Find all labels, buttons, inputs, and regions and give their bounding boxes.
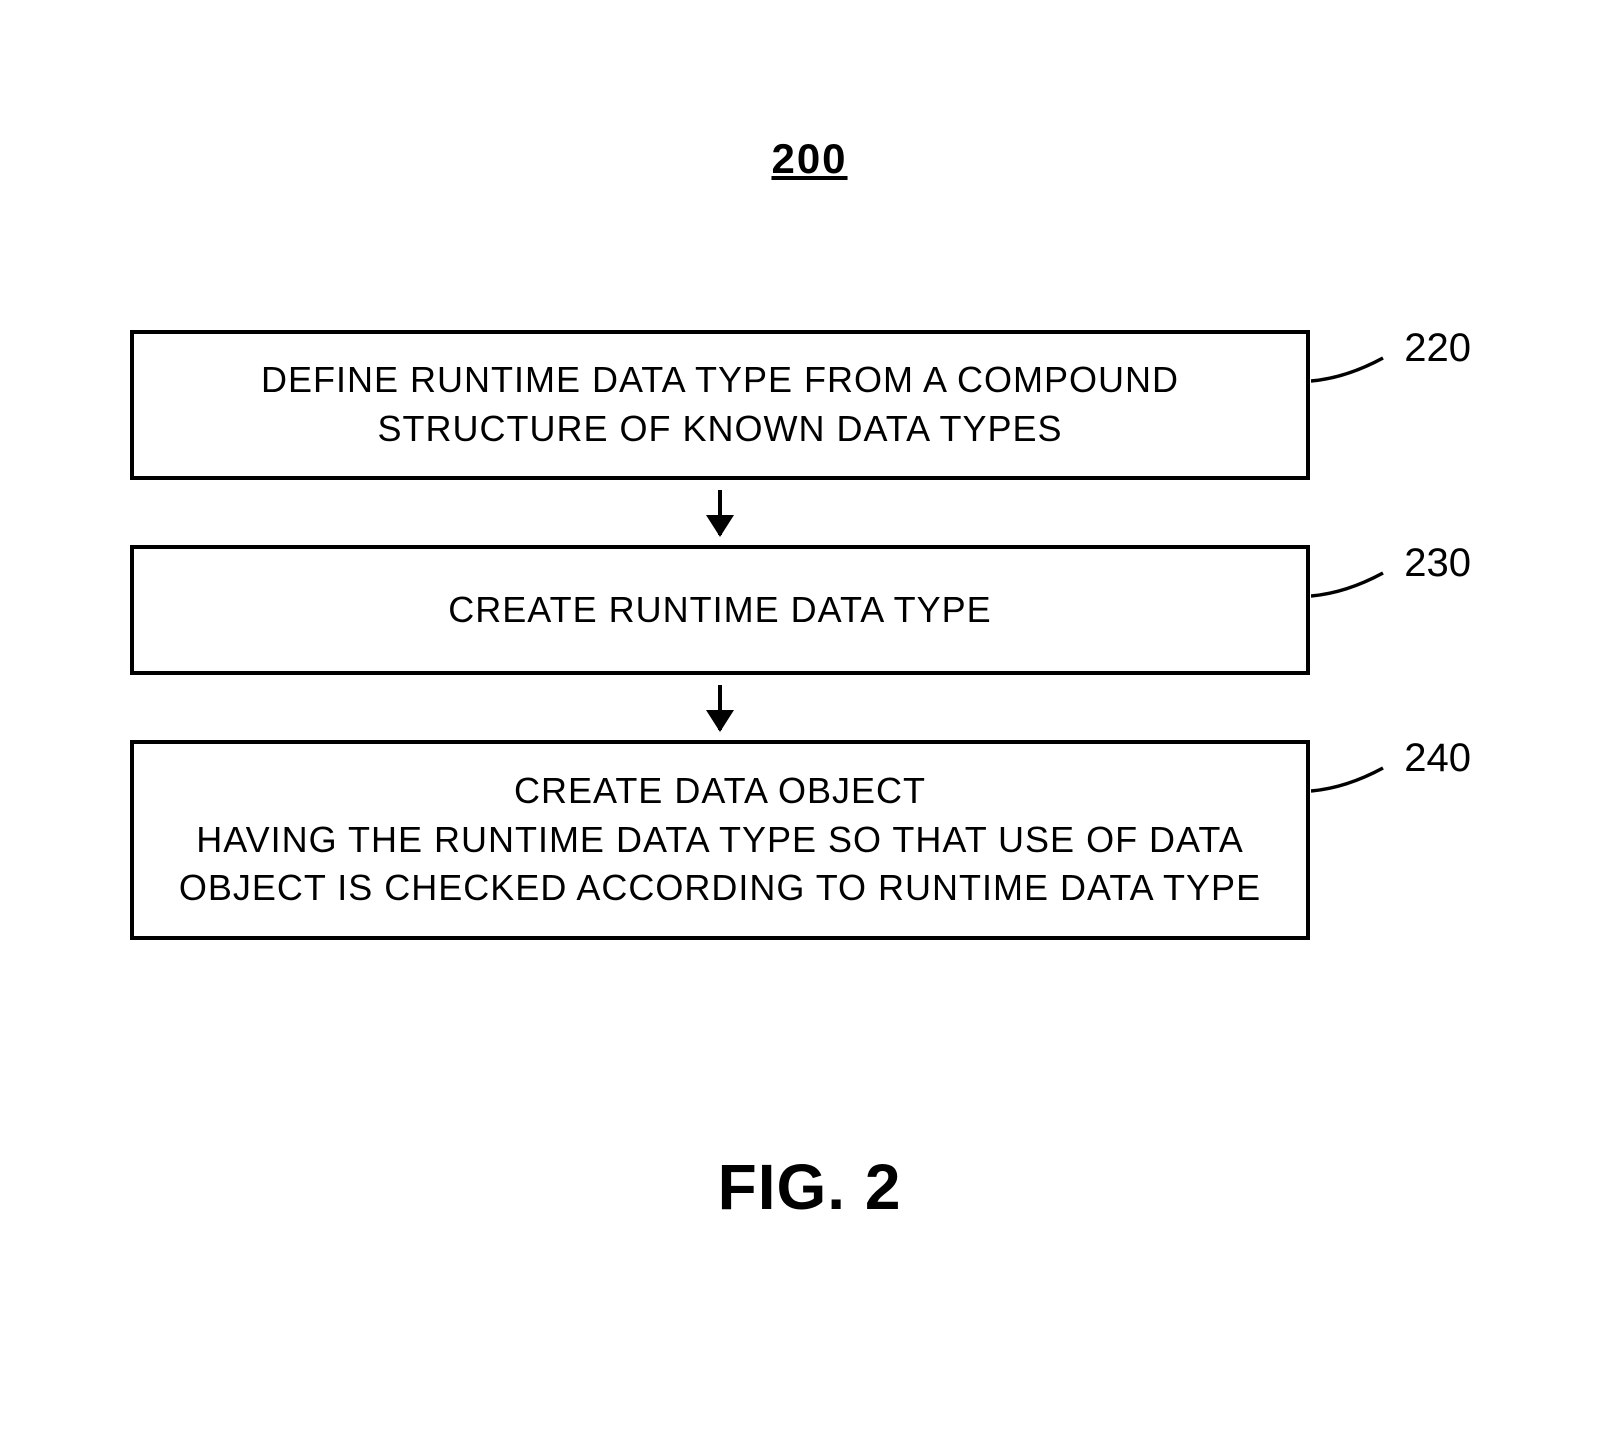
leader-line-230: [1311, 571, 1386, 601]
leader-line-220: [1311, 356, 1386, 386]
ref-label-240: 240: [1404, 736, 1471, 781]
box-230-text: CREATE RUNTIME DATA TYPE: [448, 586, 991, 635]
flowchart-box-220: DEFINE RUNTIME DATA TYPE FROM A COMPOUND…: [130, 330, 1310, 480]
arrow-2: [130, 675, 1310, 740]
figure-caption: FIG. 2: [718, 1150, 902, 1224]
flowchart-box-240: CREATE DATA OBJECTHAVING THE RUNTIME DAT…: [130, 740, 1310, 940]
ref-label-230: 230: [1404, 541, 1471, 586]
flowchart-container: DEFINE RUNTIME DATA TYPE FROM A COMPOUND…: [130, 330, 1310, 940]
box-220-text: DEFINE RUNTIME DATA TYPE FROM A COMPOUND…: [164, 356, 1276, 453]
figure-number: 200: [771, 135, 847, 183]
leader-line-240: [1311, 766, 1386, 796]
ref-label-220: 220: [1404, 326, 1471, 371]
box-240-text: CREATE DATA OBJECTHAVING THE RUNTIME DAT…: [164, 767, 1276, 913]
arrow-1: [130, 480, 1310, 545]
flowchart-box-230: CREATE RUNTIME DATA TYPE 230: [130, 545, 1310, 675]
